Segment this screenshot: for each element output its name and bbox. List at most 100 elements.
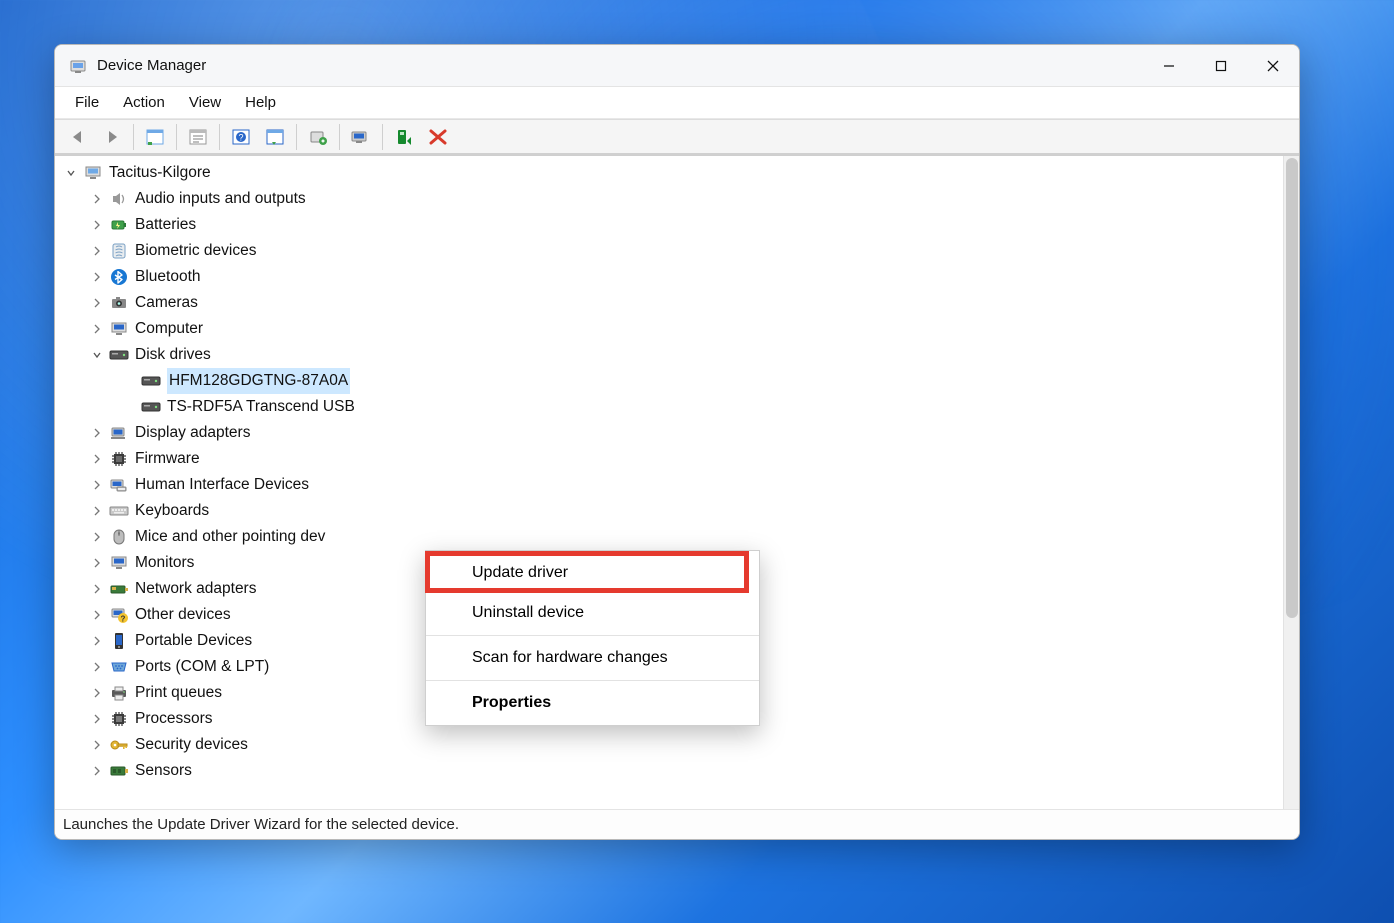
chevron-right-icon[interactable]: [89, 193, 105, 205]
tree-label: Portable Devices: [135, 628, 252, 654]
toolbar: ?: [55, 119, 1299, 155]
svg-text:?: ?: [121, 615, 126, 624]
forward-button[interactable]: [97, 123, 127, 151]
tree-label: HFM128GDGTNG-87A0A: [167, 368, 350, 394]
back-button[interactable]: [63, 123, 93, 151]
hid-icon: [109, 475, 129, 495]
chevron-right-icon[interactable]: [89, 297, 105, 309]
menu-view[interactable]: View: [177, 90, 233, 115]
fingerprint-icon: [109, 241, 129, 261]
chevron-right-icon[interactable]: [89, 453, 105, 465]
chevron-right-icon[interactable]: [89, 635, 105, 647]
chevron-right-icon[interactable]: [89, 323, 105, 335]
disk-drive-icon: [141, 371, 161, 391]
chevron-right-icon[interactable]: [89, 609, 105, 621]
speaker-icon: [109, 189, 129, 209]
menu-file[interactable]: File: [63, 90, 111, 115]
tree-category-display-adapters[interactable]: Display adapters: [55, 420, 1283, 446]
chevron-right-icon[interactable]: [89, 479, 105, 491]
chevron-right-icon[interactable]: [89, 219, 105, 231]
minimize-button[interactable]: [1143, 45, 1195, 87]
tree-label: Biometric devices: [135, 238, 256, 264]
scrollbar-thumb[interactable]: [1286, 158, 1298, 618]
tree-label: Network adapters: [135, 576, 256, 602]
context-menu: Update driver Uninstall device Scan for …: [425, 550, 760, 726]
computer-icon: [83, 163, 103, 183]
tree-label: Human Interface Devices: [135, 472, 309, 498]
menu-action[interactable]: Action: [111, 90, 177, 115]
bluetooth-icon: [109, 267, 129, 287]
menu-help[interactable]: Help: [233, 90, 288, 115]
window-title: Device Manager: [97, 57, 206, 74]
sensor-icon: [109, 761, 129, 781]
properties-button[interactable]: [183, 123, 213, 151]
status-text: Launches the Update Driver Wizard for th…: [63, 816, 459, 833]
uninstall-device-button[interactable]: [346, 123, 376, 151]
chevron-right-icon[interactable]: [89, 687, 105, 699]
display-adapter-icon: [109, 423, 129, 443]
context-menu-scan-hardware[interactable]: Scan for hardware changes: [426, 638, 759, 678]
context-menu-separator: [426, 635, 759, 636]
maximize-button[interactable]: [1195, 45, 1247, 87]
tree-item-disk-ts[interactable]: TS-RDF5A Transcend USB: [55, 394, 1283, 420]
tree-label: Display adapters: [135, 420, 250, 446]
tree-category-cameras[interactable]: Cameras: [55, 290, 1283, 316]
tree-category-computer[interactable]: Computer: [55, 316, 1283, 342]
context-menu-update-driver[interactable]: Update driver: [426, 553, 759, 593]
tree-label: Tacitus-Kilgore: [109, 160, 211, 186]
tree-category-keyboards[interactable]: Keyboards: [55, 498, 1283, 524]
chevron-right-icon[interactable]: [89, 531, 105, 543]
chevron-right-icon[interactable]: [89, 271, 105, 283]
menu-bar: File Action View Help: [55, 87, 1299, 119]
chevron-right-icon[interactable]: [89, 765, 105, 777]
disable-device-button[interactable]: [423, 123, 453, 151]
tree-item-disk-hfm[interactable]: HFM128GDGTNG-87A0A: [55, 368, 1283, 394]
chevron-right-icon[interactable]: [89, 739, 105, 751]
tree-category-security-devices[interactable]: Security devices: [55, 732, 1283, 758]
chevron-right-icon[interactable]: [89, 245, 105, 257]
tree-label: Processors: [135, 706, 213, 732]
chevron-right-icon[interactable]: [89, 583, 105, 595]
update-driver-button[interactable]: [303, 123, 333, 151]
chevron-right-icon[interactable]: [89, 427, 105, 439]
scan-hardware-button[interactable]: [260, 123, 290, 151]
device-manager-icon: [69, 57, 87, 75]
chevron-down-icon[interactable]: [63, 167, 79, 179]
tree-label: Computer: [135, 316, 203, 342]
tree-category-biometric[interactable]: Biometric devices: [55, 238, 1283, 264]
tree-category-audio[interactable]: Audio inputs and outputs: [55, 186, 1283, 212]
chevron-right-icon[interactable]: [89, 713, 105, 725]
device-tree[interactable]: Tacitus-Kilgore Audio inputs and outputs…: [55, 156, 1283, 809]
context-menu-properties[interactable]: Properties: [426, 683, 759, 723]
tree-category-sensors[interactable]: Sensors: [55, 758, 1283, 784]
tree-label: Monitors: [135, 550, 194, 576]
tree-category-batteries[interactable]: Batteries: [55, 212, 1283, 238]
tree-category-disk-drives[interactable]: Disk drives: [55, 342, 1283, 368]
enable-device-button[interactable]: [389, 123, 419, 151]
chevron-right-icon[interactable]: [89, 557, 105, 569]
camera-icon: [109, 293, 129, 313]
tree-label: Cameras: [135, 290, 198, 316]
context-menu-uninstall-device[interactable]: Uninstall device: [426, 593, 759, 633]
titlebar: Device Manager: [55, 45, 1299, 87]
tree-label: Other devices: [135, 602, 231, 628]
chevron-right-icon[interactable]: [89, 661, 105, 673]
tree-category-mice[interactable]: Mice and other pointing dev: [55, 524, 1283, 550]
keyboard-icon: [109, 501, 129, 521]
svg-text:?: ?: [238, 132, 243, 142]
tree-category-hid[interactable]: Human Interface Devices: [55, 472, 1283, 498]
device-manager-window: Device Manager File Action View Help: [54, 44, 1300, 840]
key-icon: [109, 735, 129, 755]
tree-category-bluetooth[interactable]: Bluetooth: [55, 264, 1283, 290]
tree-root[interactable]: Tacitus-Kilgore: [55, 160, 1283, 186]
show-hide-console-tree-button[interactable]: [140, 123, 170, 151]
close-button[interactable]: [1247, 45, 1299, 87]
tree-category-firmware[interactable]: Firmware: [55, 446, 1283, 472]
disk-drive-icon: [141, 397, 161, 417]
disk-drive-icon: [109, 345, 129, 365]
chevron-right-icon[interactable]: [89, 505, 105, 517]
help-button[interactable]: ?: [226, 123, 256, 151]
vertical-scrollbar[interactable]: [1283, 156, 1299, 809]
chevron-down-icon[interactable]: [89, 349, 105, 361]
tree-label: Sensors: [135, 758, 192, 784]
